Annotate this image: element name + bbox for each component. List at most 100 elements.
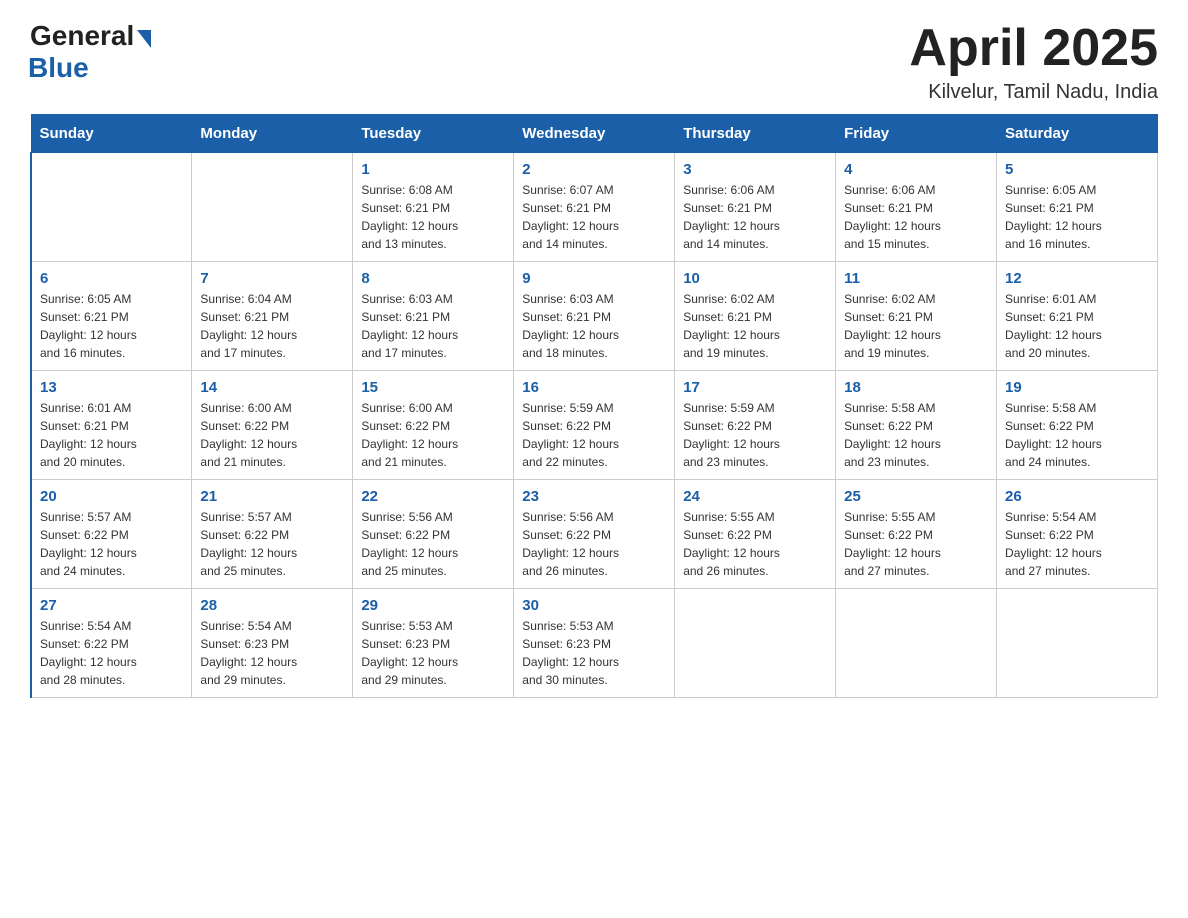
calendar-day-header: Tuesday (353, 115, 514, 153)
calendar-cell: 16Sunrise: 5:59 AMSunset: 6:22 PMDayligh… (514, 371, 675, 480)
day-info: Sunrise: 5:53 AMSunset: 6:23 PMDaylight:… (361, 617, 505, 689)
calendar-cell: 25 Sunrise: 5:55 AMSunset: 6:22 PMDayligh… (836, 480, 997, 589)
day-info: Sunrise: 5:56 AMSunset: 6:22 PMDaylight:… (522, 508, 666, 580)
calendar-cell: 6 Sunrise: 6:05 AMSunset: 6:21 PMDaylight… (31, 262, 192, 371)
day-number: 6 (40, 270, 183, 287)
calendar-cell: 14Sunrise: 6:00 AMSunset: 6:22 PMDayligh… (192, 371, 353, 480)
day-info: Sunrise: 6:02 AMSunset: 6:21 PMDaylight:… (683, 290, 827, 362)
day-info: Sunrise: 5:57 AMSunset: 6:22 PMDaylight:… (200, 508, 344, 580)
calendar-cell: 4 Sunrise: 6:06 AMSunset: 6:21 PMDaylight… (836, 153, 997, 262)
day-number: 25 (844, 488, 988, 505)
day-info: Sunrise: 6:02 AMSunset: 6:21 PMDaylight:… (844, 290, 988, 362)
day-number: 10 (683, 270, 827, 287)
calendar-week-row: 6 Sunrise: 6:05 AMSunset: 6:21 PMDaylight… (31, 262, 1158, 371)
calendar-cell: 20 Sunrise: 5:57 AMSunset: 6:22 PMDayligh… (31, 480, 192, 589)
page-header: General Blue April 2025 Kilvelur, Tamil … (30, 20, 1158, 104)
day-number: 27 (40, 597, 183, 614)
calendar-week-row: 13 Sunrise: 6:01 AMSunset: 6:21 PMDayligh… (31, 371, 1158, 480)
calendar-cell: 24 Sunrise: 5:55 AMSunset: 6:22 PMDayligh… (675, 480, 836, 589)
calendar-cell (836, 589, 997, 698)
day-info: Sunrise: 5:57 AMSunset: 6:22 PMDaylight:… (40, 508, 183, 580)
logo-blue-text: Blue (28, 52, 89, 84)
calendar-cell: 17Sunrise: 5:59 AMSunset: 6:22 PMDayligh… (675, 371, 836, 480)
day-info: Sunrise: 5:58 AMSunset: 6:22 PMDaylight:… (1005, 399, 1149, 471)
calendar-week-row: 27 Sunrise: 5:54 AMSunset: 6:22 PMDayligh… (31, 589, 1158, 698)
calendar-cell: 22 Sunrise: 5:56 AMSunset: 6:22 PMDayligh… (353, 480, 514, 589)
calendar-cell (31, 153, 192, 262)
calendar-cell: 26Sunrise: 5:54 AMSunset: 6:22 PMDayligh… (997, 480, 1158, 589)
day-info: Sunrise: 5:55 AMSunset: 6:22 PMDaylight:… (844, 508, 988, 580)
calendar-cell: 21 Sunrise: 5:57 AMSunset: 6:22 PMDayligh… (192, 480, 353, 589)
day-info: Sunrise: 5:59 AMSunset: 6:22 PMDaylight:… (522, 399, 666, 471)
calendar-cell: 18 Sunrise: 5:58 AMSunset: 6:22 PMDayligh… (836, 371, 997, 480)
calendar-cell (192, 153, 353, 262)
day-number: 29 (361, 597, 505, 614)
day-number: 3 (683, 161, 827, 178)
main-title: April 2025 (909, 20, 1158, 77)
logo: General Blue (30, 20, 151, 84)
title-section: April 2025 Kilvelur, Tamil Nadu, India (909, 20, 1158, 104)
day-number: 21 (200, 488, 344, 505)
calendar-day-header: Monday (192, 115, 353, 153)
subtitle: Kilvelur, Tamil Nadu, India (909, 81, 1158, 104)
day-number: 13 (40, 379, 183, 396)
day-info: Sunrise: 6:06 AMSunset: 6:21 PMDaylight:… (683, 181, 827, 253)
day-number: 14 (200, 379, 344, 396)
day-number: 12 (1005, 270, 1149, 287)
calendar-cell (675, 589, 836, 698)
logo-arrow-icon (137, 30, 151, 48)
calendar-day-header: Saturday (997, 115, 1158, 153)
day-info: Sunrise: 6:03 AMSunset: 6:21 PMDaylight:… (522, 290, 666, 362)
calendar-day-header: Wednesday (514, 115, 675, 153)
day-number: 7 (200, 270, 344, 287)
day-number: 8 (361, 270, 505, 287)
day-number: 20 (40, 488, 183, 505)
day-info: Sunrise: 6:05 AMSunset: 6:21 PMDaylight:… (40, 290, 183, 362)
day-info: Sunrise: 5:54 AMSunset: 6:22 PMDaylight:… (40, 617, 183, 689)
day-number: 18 (844, 379, 988, 396)
day-number: 22 (361, 488, 505, 505)
day-info: Sunrise: 5:53 AMSunset: 6:23 PMDaylight:… (522, 617, 666, 689)
day-number: 1 (361, 161, 505, 178)
calendar-week-row: 20 Sunrise: 5:57 AMSunset: 6:22 PMDayligh… (31, 480, 1158, 589)
calendar-cell: 29 Sunrise: 5:53 AMSunset: 6:23 PMDayligh… (353, 589, 514, 698)
day-info: Sunrise: 5:54 AMSunset: 6:23 PMDaylight:… (200, 617, 344, 689)
day-number: 15 (361, 379, 505, 396)
calendar-cell: 23 Sunrise: 5:56 AMSunset: 6:22 PMDayligh… (514, 480, 675, 589)
calendar-cell: 12Sunrise: 6:01 AMSunset: 6:21 PMDayligh… (997, 262, 1158, 371)
calendar-cell: 19 Sunrise: 5:58 AMSunset: 6:22 PMDayligh… (997, 371, 1158, 480)
day-number: 11 (844, 270, 988, 287)
day-info: Sunrise: 5:56 AMSunset: 6:22 PMDaylight:… (361, 508, 505, 580)
day-info: Sunrise: 6:00 AMSunset: 6:22 PMDaylight:… (361, 399, 505, 471)
calendar-cell: 5Sunrise: 6:05 AMSunset: 6:21 PMDaylight… (997, 153, 1158, 262)
calendar-cell: 13 Sunrise: 6:01 AMSunset: 6:21 PMDayligh… (31, 371, 192, 480)
day-number: 2 (522, 161, 666, 178)
calendar-cell: 9 Sunrise: 6:03 AMSunset: 6:21 PMDaylight… (514, 262, 675, 371)
day-number: 24 (683, 488, 827, 505)
day-info: Sunrise: 6:06 AMSunset: 6:21 PMDaylight:… (844, 181, 988, 253)
calendar-day-header: Sunday (31, 115, 192, 153)
day-number: 30 (522, 597, 666, 614)
day-info: Sunrise: 6:01 AMSunset: 6:21 PMDaylight:… (40, 399, 183, 471)
calendar-cell: 15 Sunrise: 6:00 AMSunset: 6:22 PMDayligh… (353, 371, 514, 480)
day-info: Sunrise: 6:05 AMSunset: 6:21 PMDaylight:… (1005, 181, 1149, 253)
calendar-week-row: 1Sunrise: 6:08 AMSunset: 6:21 PMDaylight… (31, 153, 1158, 262)
calendar-cell: 27 Sunrise: 5:54 AMSunset: 6:22 PMDayligh… (31, 589, 192, 698)
calendar-day-header: Thursday (675, 115, 836, 153)
day-number: 9 (522, 270, 666, 287)
day-info: Sunrise: 5:58 AMSunset: 6:22 PMDaylight:… (844, 399, 988, 471)
day-info: Sunrise: 5:55 AMSunset: 6:22 PMDaylight:… (683, 508, 827, 580)
logo-general-text: General (30, 20, 134, 52)
day-info: Sunrise: 5:59 AMSunset: 6:22 PMDaylight:… (683, 399, 827, 471)
calendar-table: SundayMondayTuesdayWednesdayThursdayFrid… (30, 114, 1158, 698)
day-number: 4 (844, 161, 988, 178)
day-info: Sunrise: 6:04 AMSunset: 6:21 PMDaylight:… (200, 290, 344, 362)
calendar-cell: 11 Sunrise: 6:02 AMSunset: 6:21 PMDayligh… (836, 262, 997, 371)
calendar-cell: 1Sunrise: 6:08 AMSunset: 6:21 PMDaylight… (353, 153, 514, 262)
calendar-cell: 28Sunrise: 5:54 AMSunset: 6:23 PMDayligh… (192, 589, 353, 698)
calendar-header-row: SundayMondayTuesdayWednesdayThursdayFrid… (31, 115, 1158, 153)
day-number: 19 (1005, 379, 1149, 396)
calendar-cell: 10 Sunrise: 6:02 AMSunset: 6:21 PMDayligh… (675, 262, 836, 371)
day-number: 23 (522, 488, 666, 505)
calendar-cell: 3 Sunrise: 6:06 AMSunset: 6:21 PMDaylight… (675, 153, 836, 262)
